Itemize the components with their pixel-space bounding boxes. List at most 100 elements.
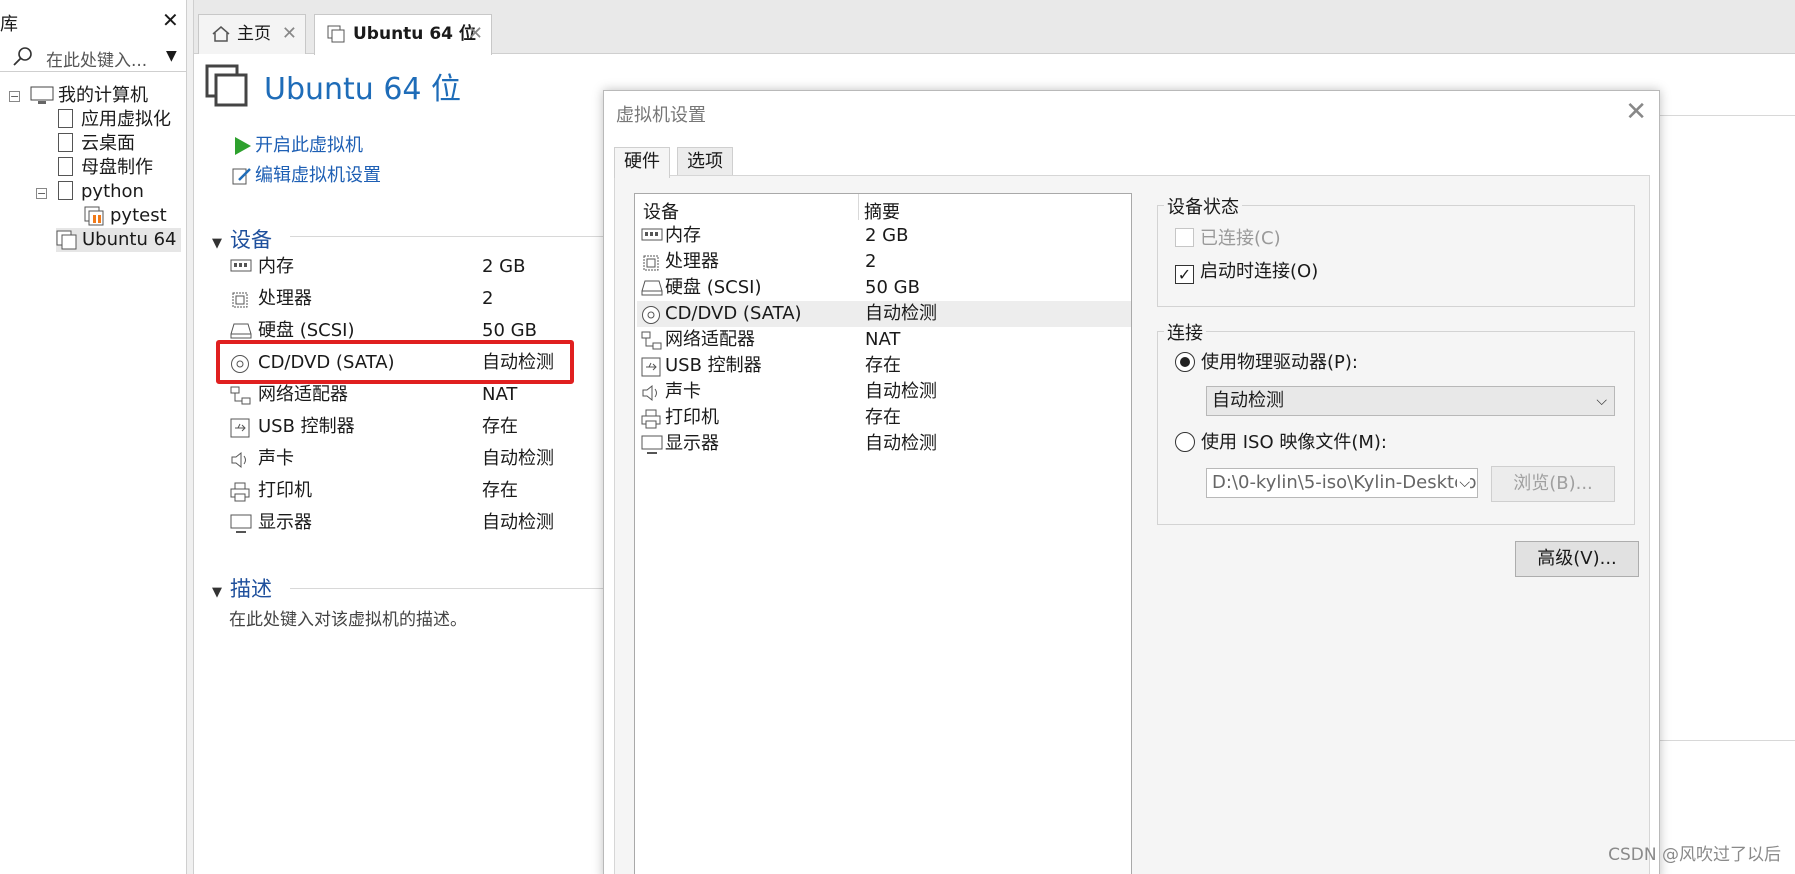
dropdown-arrow-icon[interactable]: ▼ bbox=[166, 48, 177, 64]
collapse-icon[interactable]: − bbox=[9, 91, 20, 102]
close-icon[interactable]: ✕ bbox=[468, 15, 483, 53]
use-physical-drive-radio[interactable]: 使用物理驱动器(P): bbox=[1175, 352, 1358, 374]
hardware-list[interactable]: 设备 摘要 内存 2 GB 处理器 2 硬盘 (SCSI) 50 GB CD/DVD … bbox=[634, 193, 1132, 874]
start-vm-link[interactable]: 开启此虚拟机 bbox=[232, 131, 363, 157]
tab-hardware[interactable]: 硬件 bbox=[614, 147, 670, 178]
divider bbox=[290, 588, 603, 589]
group-label: 设备状态 bbox=[1164, 193, 1242, 219]
device-row-cpu[interactable]: 处理器 2 bbox=[230, 285, 590, 313]
hardware-summary: 50 GB bbox=[865, 277, 920, 298]
network-icon bbox=[641, 331, 662, 350]
hardware-name: 内存 bbox=[665, 225, 701, 246]
device-row-display[interactable]: 显示器 自动检测 bbox=[230, 509, 590, 537]
edit-vm-settings-link[interactable]: 编辑虚拟机设置 bbox=[232, 161, 381, 187]
divider bbox=[1660, 740, 1795, 741]
column-separator[interactable] bbox=[858, 194, 859, 220]
connect-at-power-on-checkbox[interactable]: ✓ 启动时连接(O) bbox=[1175, 261, 1318, 284]
hardware-row-usb[interactable]: USB 控制器 存在 bbox=[637, 353, 1131, 379]
device-value: 自动检测 bbox=[482, 512, 554, 533]
radio-unselected-icon bbox=[1175, 432, 1195, 452]
devices-section-header[interactable]: ▼ 设备 bbox=[212, 224, 272, 254]
hardware-name: 硬盘 (SCSI) bbox=[665, 277, 762, 298]
hardware-summary: 自动检测 bbox=[865, 433, 937, 454]
tree-item-ubuntu[interactable]: Ubuntu 64 bbox=[56, 228, 181, 252]
tree-item-cloud-desktop[interactable]: 云桌面 bbox=[58, 132, 135, 156]
library-sidebar: 库 ✕ 在此处键入... ▼ − 我的计算机 应用虚拟化 云桌面 母盘制作 − … bbox=[0, 0, 190, 874]
hardware-row-display[interactable]: 显示器 自动检测 bbox=[637, 431, 1131, 457]
device-row-usb[interactable]: USB 控制器 存在 bbox=[230, 413, 590, 441]
tree-item-my-computer[interactable]: 我的计算机 bbox=[30, 84, 148, 108]
section-title: 描述 bbox=[230, 577, 272, 601]
device-name: 内存 bbox=[258, 256, 294, 277]
tree-item-app-virtualization[interactable]: 应用虚拟化 bbox=[58, 108, 171, 132]
device-row-printer[interactable]: 打印机 存在 bbox=[230, 477, 590, 505]
hardware-summary: 存在 bbox=[865, 407, 901, 428]
hardware-name: 声卡 bbox=[665, 381, 701, 402]
hardware-row-printer[interactable]: 打印机 存在 bbox=[637, 405, 1131, 431]
tree-label: python bbox=[81, 181, 144, 202]
hardware-summary: 存在 bbox=[865, 355, 901, 376]
radio-selected-icon bbox=[1175, 352, 1195, 372]
close-icon[interactable]: ✕ bbox=[1625, 97, 1647, 127]
device-name: 显示器 bbox=[258, 512, 312, 533]
harddisk-icon bbox=[230, 323, 252, 339]
device-value: 存在 bbox=[482, 416, 518, 437]
close-icon[interactable]: ✕ bbox=[282, 15, 297, 53]
device-row-sound[interactable]: 声卡 自动检测 bbox=[230, 445, 590, 473]
iso-path-combobox[interactable]: D:\0-kylin\5-iso\Kylin-Desktop ⌵ bbox=[1206, 468, 1478, 498]
description-section-header[interactable]: ▼ 描述 bbox=[212, 573, 272, 603]
description-input[interactable]: 在此处键入对该虚拟机的描述。 bbox=[229, 605, 467, 630]
page-title: Ubuntu 64 位 bbox=[264, 72, 462, 107]
device-row-network[interactable]: 网络适配器 NAT bbox=[230, 381, 590, 409]
tree-item-python[interactable]: python bbox=[58, 180, 144, 204]
device-name: 声卡 bbox=[258, 448, 294, 469]
search-input[interactable]: 在此处键入... bbox=[46, 46, 147, 71]
column-header-summary[interactable]: 摘要 bbox=[864, 198, 900, 224]
hardware-name: 网络适配器 bbox=[665, 329, 755, 350]
tree-item-master-disk[interactable]: 母盘制作 bbox=[58, 156, 153, 180]
hardware-name: CD/DVD (SATA) bbox=[665, 303, 802, 324]
search-icon bbox=[13, 47, 32, 66]
printer-icon bbox=[230, 482, 250, 502]
hardware-row-sound[interactable]: 声卡 自动检测 bbox=[637, 379, 1131, 405]
checkbox-label: 启动时连接(O) bbox=[1200, 261, 1319, 282]
hardware-row-cpu[interactable]: 处理器 2 bbox=[637, 249, 1131, 275]
hardware-row-memory[interactable]: 内存 2 GB bbox=[637, 223, 1131, 249]
tab-strip: 主页 ✕ Ubuntu 64 位 ✕ bbox=[194, 0, 1795, 55]
connected-checkbox[interactable]: 已连接(C) bbox=[1175, 228, 1281, 250]
device-row-memory[interactable]: 内存 2 GB bbox=[230, 253, 590, 281]
checkbox-label: 已连接(C) bbox=[1200, 228, 1281, 249]
collapse-icon[interactable]: − bbox=[36, 188, 47, 199]
library-title: 库 bbox=[0, 14, 18, 35]
close-icon[interactable]: ✕ bbox=[162, 8, 179, 32]
use-iso-radio[interactable]: 使用 ISO 映像文件(M): bbox=[1175, 432, 1387, 454]
vm-running-icon bbox=[84, 206, 104, 226]
hardware-row-harddisk[interactable]: 硬盘 (SCSI) 50 GB bbox=[637, 275, 1131, 301]
hardware-row-network[interactable]: 网络适配器 NAT bbox=[637, 327, 1131, 353]
tree-label: 我的计算机 bbox=[58, 85, 148, 106]
tab-home[interactable]: 主页 ✕ bbox=[198, 14, 306, 54]
browse-button[interactable]: 浏览(B)... bbox=[1491, 466, 1615, 502]
vm-large-icon bbox=[205, 64, 248, 107]
tab-ubuntu[interactable]: Ubuntu 64 位 ✕ bbox=[314, 14, 492, 55]
cd-icon bbox=[642, 306, 660, 324]
tree-item-pytest[interactable]: pytest bbox=[84, 204, 167, 228]
tab-options[interactable]: 选项 bbox=[677, 147, 733, 177]
advanced-button[interactable]: 高级(V)... bbox=[1515, 541, 1639, 577]
folder-icon bbox=[58, 181, 73, 200]
tree-label: 云桌面 bbox=[81, 133, 135, 154]
device-value: NAT bbox=[482, 384, 518, 405]
hardware-summary: 2 GB bbox=[865, 225, 909, 246]
physical-drive-select[interactable]: 自动检测 ⌵ bbox=[1206, 386, 1615, 416]
watermark: CSDN @风吹过了以后 bbox=[1608, 845, 1781, 865]
usb-icon bbox=[641, 357, 661, 377]
hardware-row-cdrom[interactable]: CD/DVD (SATA) 自动检测 bbox=[637, 301, 1131, 327]
column-header-device[interactable]: 设备 bbox=[643, 198, 679, 224]
library-search[interactable]: 在此处键入... ▼ bbox=[0, 40, 188, 72]
select-value: 自动检测 bbox=[1212, 390, 1284, 411]
hardware-summary: 2 bbox=[865, 251, 877, 272]
speaker-icon bbox=[642, 384, 657, 402]
pane-splitter[interactable] bbox=[186, 0, 194, 874]
link-label: 开启此虚拟机 bbox=[255, 135, 363, 156]
cpu-icon bbox=[232, 292, 248, 308]
